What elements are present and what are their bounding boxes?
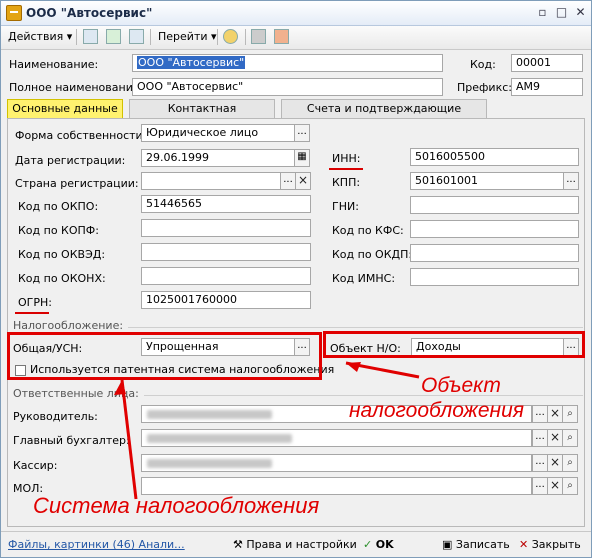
save-icon: ▣ (442, 538, 453, 551)
annotation-object-line2: налогообложения (349, 399, 524, 422)
annotation-object-line1: Объект (421, 374, 501, 397)
close-form-button[interactable]: ✕ Закрыть (519, 536, 581, 554)
close-icon: ✕ (519, 538, 529, 551)
close-label: Закрыть (531, 538, 581, 551)
application-window: ООО "Автосервис" ▫ □ ✕ Действия ▾ Перейт… (0, 0, 592, 558)
save-label: Записать (455, 538, 510, 551)
footer-bar: Файлы, картинки (46) Анали... ⚒ Права и … (1, 531, 591, 557)
ok-label: OK (375, 538, 394, 551)
annotation-arrows (114, 361, 420, 500)
files-link[interactable]: Файлы, картинки (46) Анали... (8, 538, 185, 551)
arrow-to-tax-system (120, 379, 138, 500)
annotation-system: Система налогообложения (33, 493, 320, 518)
rights-settings-button[interactable]: ⚒ Права и настройки (233, 536, 357, 554)
ok-icon: ✓ (363, 538, 373, 551)
save-button[interactable]: ▣ Записать (442, 536, 510, 554)
rights-settings-label: Права и настройки (246, 538, 357, 551)
arrow-head-icon (346, 362, 361, 372)
ok-button[interactable]: ✓ OK (363, 536, 394, 554)
rights-icon: ⚒ (233, 538, 243, 551)
